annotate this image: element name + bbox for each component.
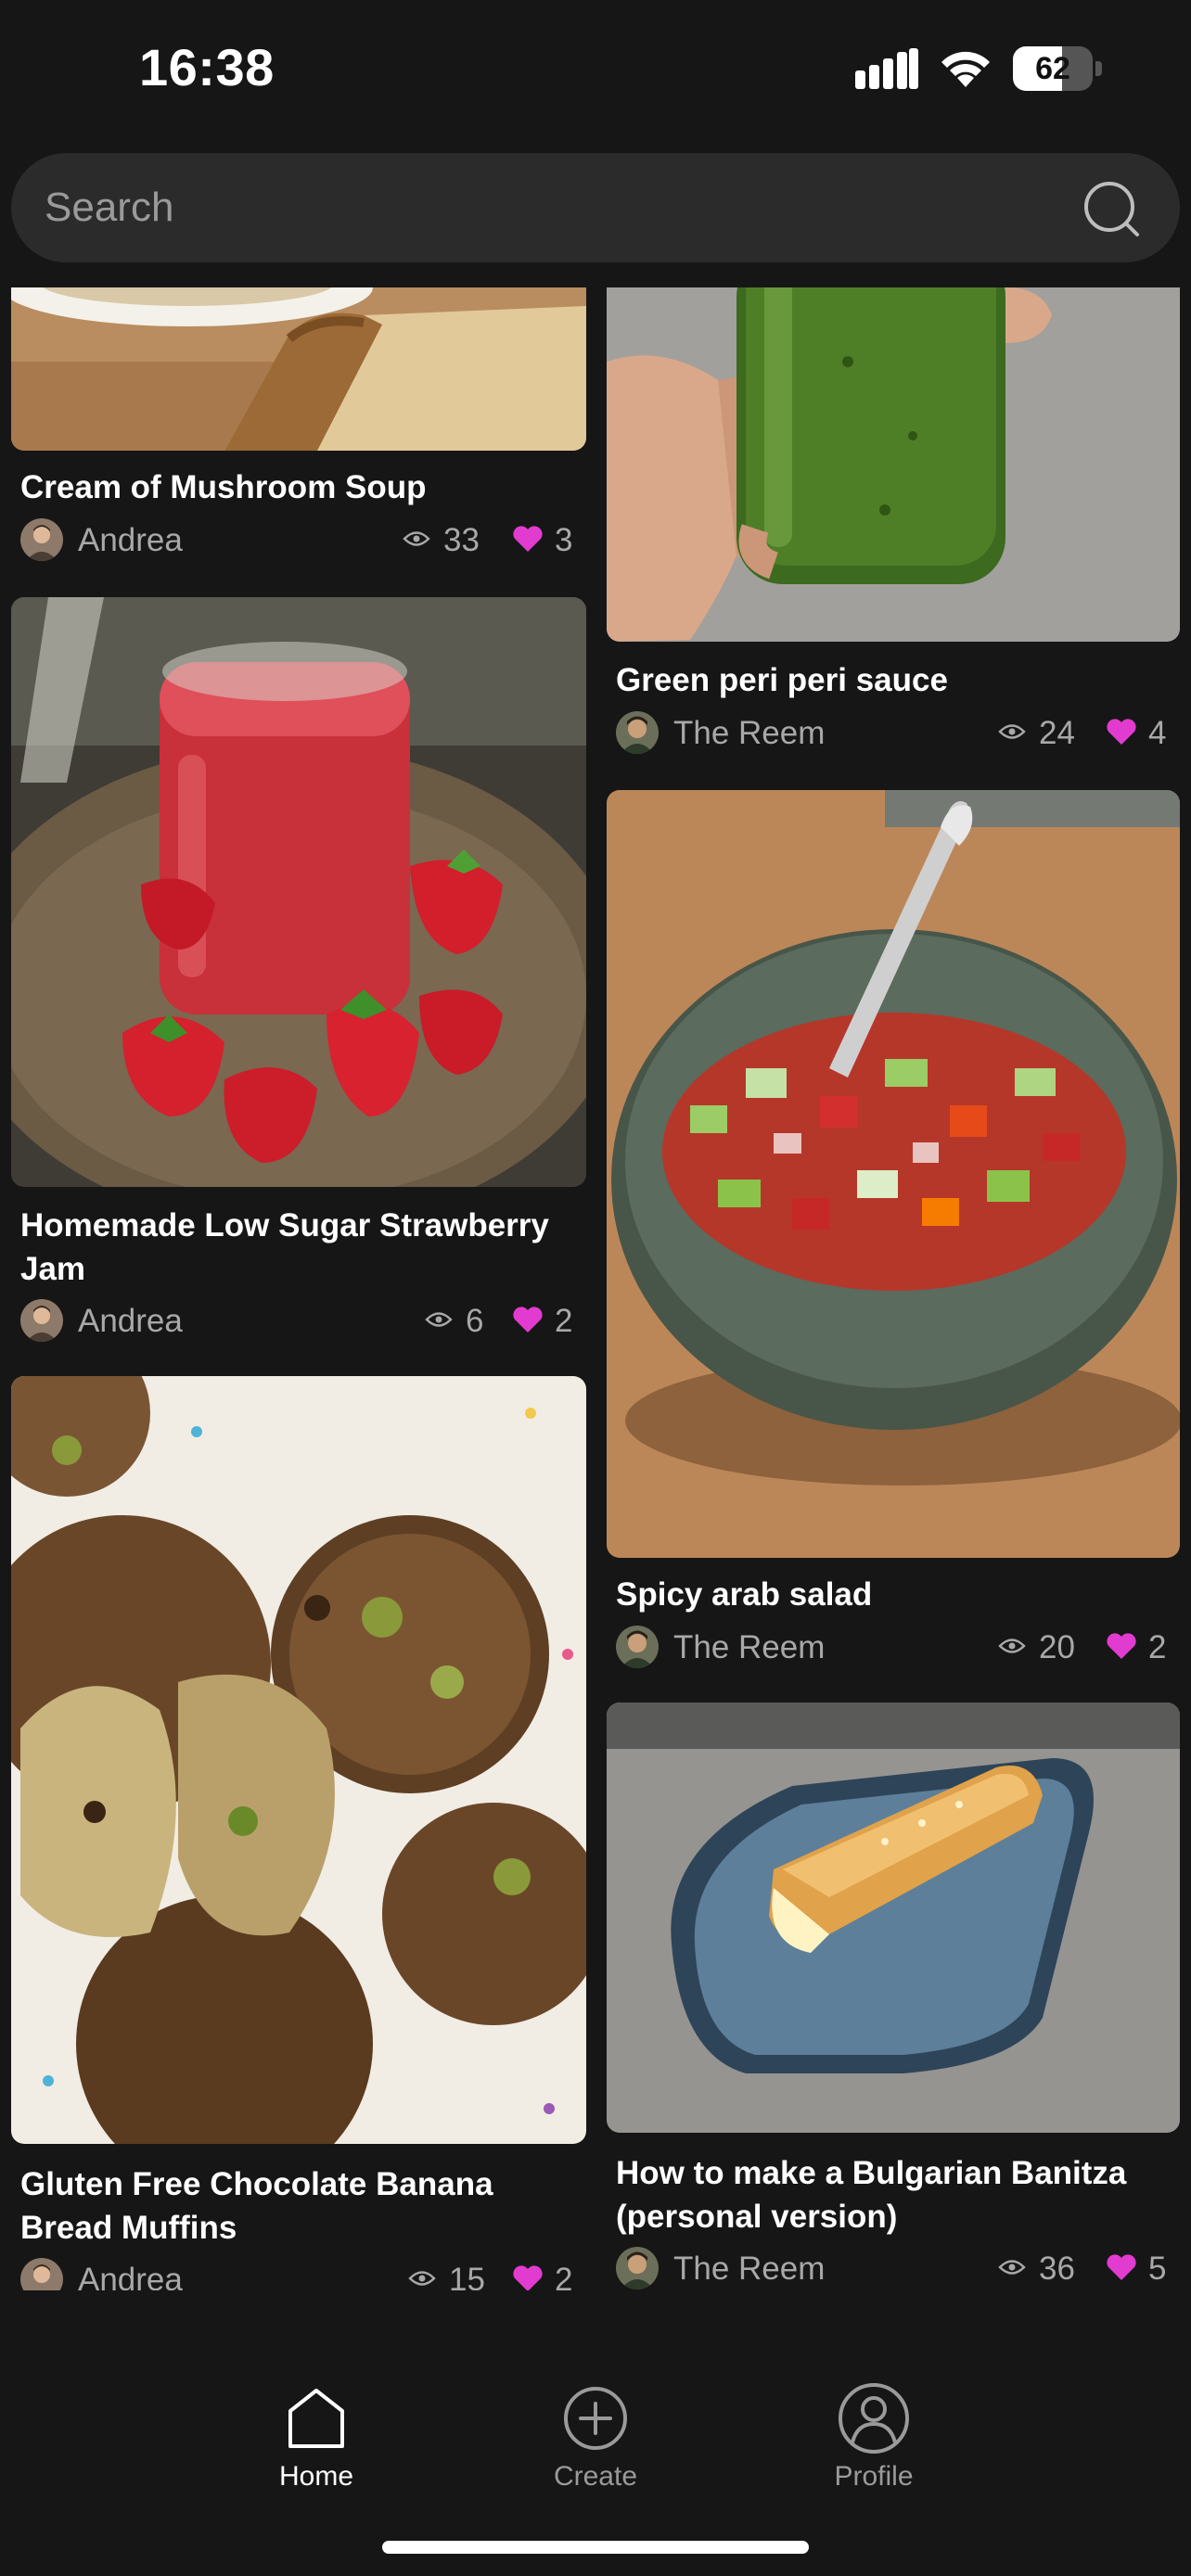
recipe-meta: The Reem 24 4 [616, 710, 1172, 757]
heart-icon[interactable] [1106, 1632, 1137, 1660]
tab-profile-label: Profile [834, 2461, 914, 2492]
recipe-meta: Andrea 33 3 [20, 517, 577, 564]
tab-create[interactable]: Create [503, 2381, 688, 2511]
heart-icon[interactable] [512, 2264, 544, 2290]
eye-icon [408, 2271, 436, 2286]
eye-icon [998, 2260, 1026, 2275]
eye-icon [998, 724, 1026, 739]
view-count: 15 [449, 2262, 485, 2290]
cellular-signal-icon [855, 48, 918, 89]
author-avatar[interactable] [20, 518, 63, 561]
recipe-title[interactable]: How to make a Bulgarian Banitza (persona… [616, 2151, 1172, 2238]
tab-create-label: Create [553, 2461, 638, 2492]
search-bar[interactable] [11, 153, 1180, 262]
recipe-image-strawberry-jam[interactable] [11, 597, 586, 1187]
recipe-title[interactable]: Green peri peri sauce [616, 658, 1172, 702]
recipe-title[interactable]: Gluten Free Chocolate Banana Bread Muffi… [20, 2162, 577, 2250]
author-name[interactable]: The Reem [673, 712, 825, 755]
recipe-image-mushroom-soup[interactable] [11, 287, 586, 451]
recipe-image-green-sauce[interactable] [607, 287, 1180, 642]
author-avatar[interactable] [20, 2258, 63, 2290]
status-time: 16:38 [139, 38, 275, 96]
recipe-feed[interactable]: Cream of Mushroom Soup Andrea 33 3 Homem… [0, 287, 1191, 2290]
like-count: 3 [555, 522, 573, 558]
author-name[interactable]: The Reem [673, 1626, 825, 1669]
recipe-title[interactable]: Spicy arab salad [616, 1573, 1172, 1616]
view-count: 36 [1039, 2251, 1075, 2287]
recipe-title[interactable]: Cream of Mushroom Soup [20, 465, 577, 509]
bottom-tab-bar: Home Create Profile [0, 2318, 1191, 2576]
like-count: 5 [1148, 2251, 1167, 2287]
author-name[interactable]: Andrea [78, 519, 183, 562]
recipe-meta: The Reem 20 2 [616, 1625, 1172, 1671]
author-avatar[interactable] [616, 1626, 659, 1668]
eye-icon [425, 1312, 453, 1327]
recipe-meta: Andrea 6 2 [20, 1298, 577, 1345]
eye-icon [403, 531, 430, 546]
author-name[interactable]: The Reem [673, 2248, 825, 2290]
profile-icon [839, 2383, 909, 2454]
like-count: 4 [1148, 715, 1167, 751]
wifi-icon [941, 51, 990, 87]
tab-home[interactable]: Home [224, 2381, 409, 2511]
view-count: 20 [1039, 1629, 1075, 1665]
like-count: 2 [555, 1303, 573, 1339]
search-icon[interactable] [1080, 177, 1143, 240]
recipe-meta: Andrea 15 2 [20, 2257, 577, 2290]
view-count: 24 [1039, 715, 1075, 751]
recipe-image-banitza[interactable] [607, 1702, 1180, 2133]
view-count: 33 [443, 522, 480, 558]
battery-icon: 62 [1013, 46, 1102, 91]
eye-icon [998, 1639, 1026, 1653]
recipe-image-banana-muffins[interactable] [11, 1376, 586, 2144]
like-count: 2 [1148, 1629, 1167, 1665]
tab-profile[interactable]: Profile [781, 2381, 967, 2511]
home-indicator [382, 2541, 809, 2554]
battery-level: 62 [1035, 51, 1070, 86]
author-avatar[interactable] [616, 2247, 659, 2289]
view-count: 6 [466, 1303, 484, 1339]
recipe-title[interactable]: Homemade Low Sugar Strawberry Jam [20, 1204, 577, 1291]
heart-icon[interactable] [1106, 2253, 1137, 2281]
like-count: 2 [555, 2262, 573, 2290]
recipe-image-arab-salad[interactable] [607, 790, 1180, 1558]
app-screen: 16:38 62 Search Cream of Mushroom Soup A… [0, 0, 1191, 2576]
heart-icon[interactable] [512, 525, 544, 553]
recipe-meta: The Reem 36 5 [616, 2246, 1172, 2290]
author-avatar[interactable] [616, 711, 659, 754]
home-icon [288, 2389, 344, 2448]
author-name[interactable]: Andrea [78, 1300, 183, 1343]
heart-icon[interactable] [1106, 718, 1137, 746]
tab-home-label: Home [278, 2461, 354, 2492]
author-avatar[interactable] [20, 1299, 63, 1342]
search-input[interactable] [45, 153, 1046, 262]
heart-icon[interactable] [512, 1306, 544, 1333]
author-name[interactable]: Andrea [78, 2259, 183, 2290]
status-bar: 16:38 62 [0, 0, 1191, 139]
plus-circle-icon [564, 2387, 627, 2450]
